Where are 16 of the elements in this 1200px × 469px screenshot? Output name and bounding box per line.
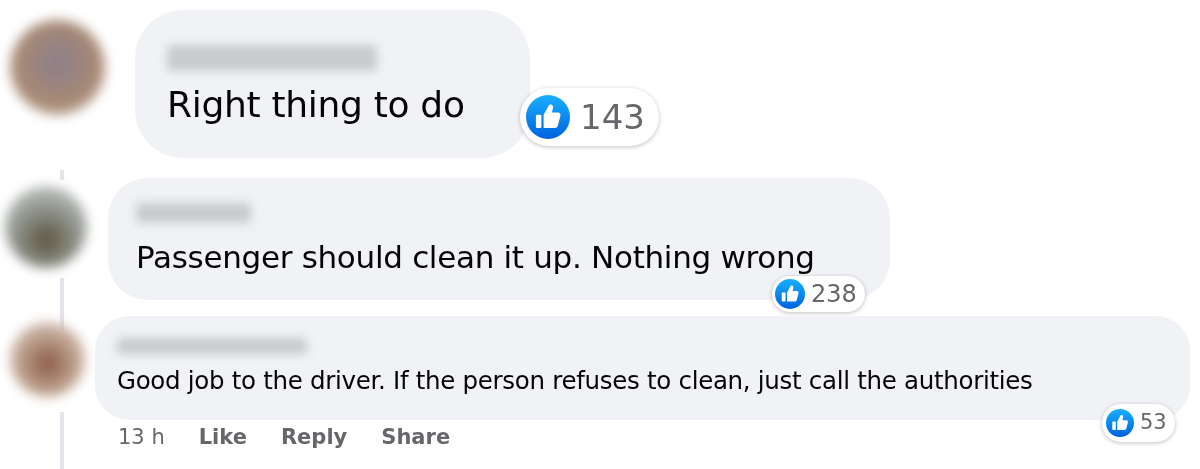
timestamp[interactable]: 13 h — [118, 424, 165, 450]
reaction-count[interactable]: 143 — [520, 88, 659, 146]
action-link[interactable]: Like — [198, 424, 247, 450]
reaction-count[interactable]: 238 — [772, 276, 865, 312]
comment-text: Right thing to do — [167, 83, 466, 127]
like-icon — [1106, 409, 1134, 437]
like-icon — [775, 279, 805, 309]
avatar[interactable] — [10, 20, 105, 115]
comment-text: Passenger should clean it up. Nothing wrong — [136, 238, 816, 277]
reaction-count[interactable]: 53 — [1102, 404, 1175, 442]
action-link[interactable]: Share — [381, 424, 451, 450]
action-link[interactable]: Reply — [280, 424, 348, 450]
avatar[interactable] — [5, 186, 87, 268]
like-icon — [526, 95, 570, 139]
avatar[interactable] — [10, 322, 85, 397]
comment-text: Good job to the driver. If the person refuses to clean, just call the authorities — [117, 365, 1034, 397]
